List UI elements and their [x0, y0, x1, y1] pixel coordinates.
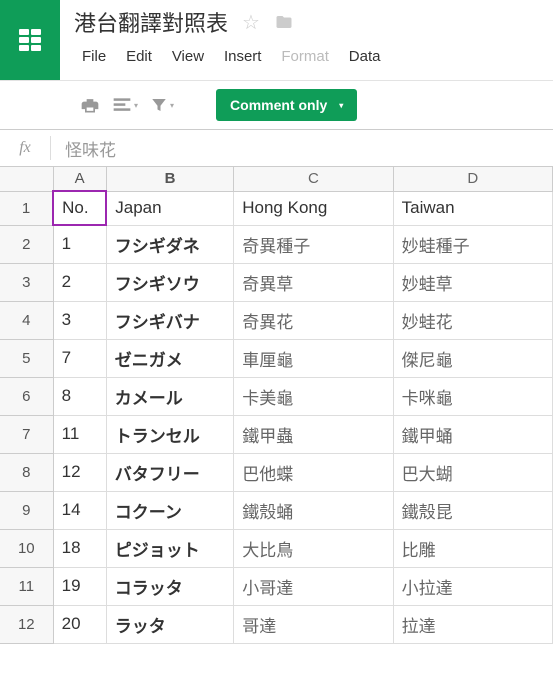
cell-taiwan[interactable]: 傑尼龜 [393, 339, 552, 377]
cell-hongkong[interactable]: 鐵甲蟲 [234, 415, 393, 453]
cell-japan[interactable]: フシギソウ [106, 263, 234, 301]
cell-no[interactable]: 7 [53, 339, 106, 377]
cell-hongkong[interactable]: 奇異草 [234, 263, 393, 301]
cell-no[interactable]: 11 [53, 415, 106, 453]
cell-taiwan[interactable]: 鐵甲蛹 [393, 415, 552, 453]
comment-only-button[interactable]: Comment only [216, 89, 357, 121]
fx-input[interactable] [65, 138, 553, 158]
cell-no[interactable]: 20 [53, 605, 106, 643]
cell-no[interactable]: 8 [53, 377, 106, 415]
cell-japan[interactable]: コラッタ [106, 567, 234, 605]
cell-taiwan[interactable]: 妙蛙種子 [393, 225, 552, 263]
app-logo[interactable] [0, 0, 60, 80]
cell-taiwan[interactable]: 卡咪龜 [393, 377, 552, 415]
cell-japan[interactable]: バタフリー [106, 453, 234, 491]
cell-no[interactable]: 12 [53, 453, 106, 491]
row-header[interactable]: 5 [0, 339, 53, 377]
table-row: 32フシギソウ奇異草妙蛙草 [0, 263, 553, 301]
row-header[interactable]: 1 [0, 191, 53, 225]
cell-taiwan[interactable]: 鐵殼昆 [393, 491, 552, 529]
row-header[interactable]: 2 [0, 225, 53, 263]
row-header[interactable]: 12 [0, 605, 53, 643]
row-header[interactable]: 10 [0, 529, 53, 567]
cell-hongkong[interactable]: 車厘龜 [234, 339, 393, 377]
spreadsheet: A B C D 1 No. Japan Hong Kong Taiwan 21フ… [0, 167, 553, 644]
menu-insert[interactable]: Insert [216, 44, 270, 69]
cell-japan[interactable]: コクーン [106, 491, 234, 529]
doc-title[interactable]: 港台翻譯對照表 [74, 6, 228, 38]
cell-C1[interactable]: Hong Kong [234, 191, 393, 225]
row-header[interactable]: 8 [0, 453, 53, 491]
cell-no[interactable]: 1 [53, 225, 106, 263]
menu-data[interactable]: Data [341, 44, 389, 69]
col-header-A[interactable]: A [53, 167, 106, 191]
row-header[interactable]: 11 [0, 567, 53, 605]
table-row: 1220ラッタ哥達拉達 [0, 605, 553, 643]
corner-cell[interactable] [0, 167, 53, 191]
cell-japan[interactable]: カメール [106, 377, 234, 415]
cell-no[interactable]: 18 [53, 529, 106, 567]
row-header[interactable]: 4 [0, 301, 53, 339]
cell-hongkong[interactable]: 哥達 [234, 605, 393, 643]
table-row: 711トランセル鐵甲蟲鐵甲蛹 [0, 415, 553, 453]
menu-file[interactable]: File [74, 44, 114, 69]
cell-japan[interactable]: トランセル [106, 415, 234, 453]
col-header-D[interactable]: D [393, 167, 552, 191]
cell-japan[interactable]: ゼニガメ [106, 339, 234, 377]
folder-icon[interactable] [274, 13, 294, 31]
cell-taiwan[interactable]: 妙蛙花 [393, 301, 552, 339]
menu-bar: File Edit View Insert Format Data [74, 44, 553, 69]
cell-hongkong[interactable]: 鐵殼蛹 [234, 491, 393, 529]
cell-japan[interactable]: フシギバナ [106, 301, 234, 339]
menu-format[interactable]: Format [273, 44, 337, 69]
cell-japan[interactable]: フシギダネ [106, 225, 234, 263]
cell-hongkong[interactable]: 卡美龜 [234, 377, 393, 415]
cell-taiwan[interactable]: 妙蛙草 [393, 263, 552, 301]
table-row: 21フシギダネ奇異種子妙蛙種子 [0, 225, 553, 263]
cell-hongkong[interactable]: 奇異種子 [234, 225, 393, 263]
table-row: 1018ピジョット大比鳥比雕 [0, 529, 553, 567]
table-row: 43フシギバナ奇異花妙蛙花 [0, 301, 553, 339]
row-header[interactable]: 3 [0, 263, 53, 301]
star-icon[interactable]: ☆ [242, 10, 260, 35]
filter-icon[interactable] [150, 96, 174, 114]
cell-japan[interactable]: ラッタ [106, 605, 234, 643]
cell-A1[interactable]: No. [53, 191, 106, 225]
cell-no[interactable]: 3 [53, 301, 106, 339]
table-row: 68カメール卡美龜卡咪龜 [0, 377, 553, 415]
cell-taiwan[interactable]: 巴大蝴 [393, 453, 552, 491]
menu-view[interactable]: View [164, 44, 212, 69]
fx-label: fx [0, 139, 50, 157]
row-header[interactable]: 7 [0, 415, 53, 453]
col-header-C[interactable]: C [234, 167, 393, 191]
table-row: 914コクーン鐵殼蛹鐵殼昆 [0, 491, 553, 529]
cell-hongkong[interactable]: 巴他蝶 [234, 453, 393, 491]
cell-no[interactable]: 14 [53, 491, 106, 529]
cell-no[interactable]: 2 [53, 263, 106, 301]
cell-D1[interactable]: Taiwan [393, 191, 552, 225]
cell-B1[interactable]: Japan [106, 191, 234, 225]
cell-hongkong[interactable]: 大比鳥 [234, 529, 393, 567]
menu-edit[interactable]: Edit [118, 44, 160, 69]
cell-japan[interactable]: ピジョット [106, 529, 234, 567]
print-icon[interactable] [80, 95, 100, 115]
cell-taiwan[interactable]: 拉達 [393, 605, 552, 643]
cell-hongkong[interactable]: 奇異花 [234, 301, 393, 339]
row-header[interactable]: 6 [0, 377, 53, 415]
table-row: 57ゼニガメ車厘龜傑尼龜 [0, 339, 553, 377]
col-header-B[interactable]: B [106, 167, 234, 191]
row-header[interactable]: 9 [0, 491, 53, 529]
cell-taiwan[interactable]: 比雕 [393, 529, 552, 567]
cell-taiwan[interactable]: 小拉達 [393, 567, 552, 605]
cell-no[interactable]: 19 [53, 567, 106, 605]
align-icon[interactable] [112, 95, 138, 115]
cell-hongkong[interactable]: 小哥達 [234, 567, 393, 605]
table-row: 1119コラッタ小哥達小拉達 [0, 567, 553, 605]
table-row: 812バタフリー巴他蝶巴大蝴 [0, 453, 553, 491]
